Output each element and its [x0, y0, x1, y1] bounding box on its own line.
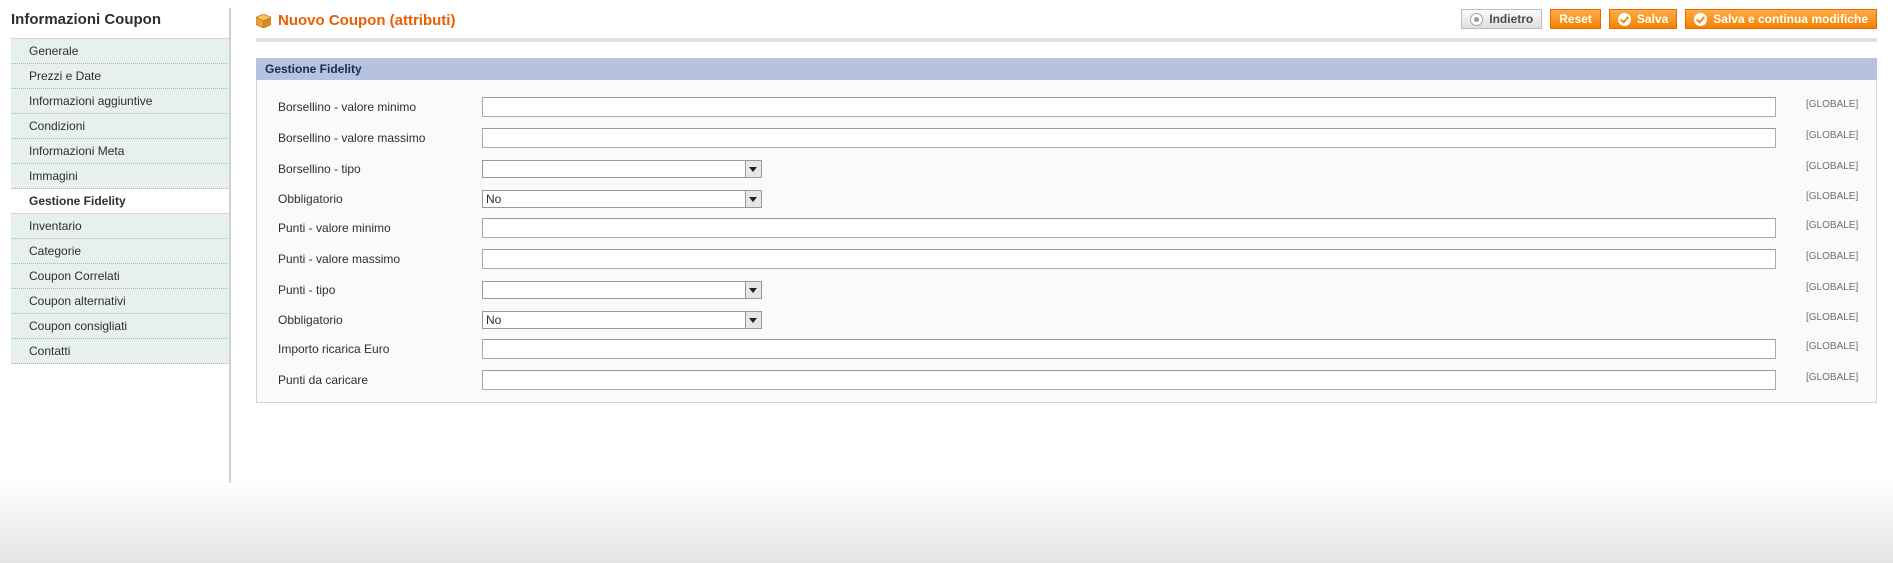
scope-label: [GLOBALE]	[1806, 282, 1859, 293]
tab-coupon-correlati[interactable]: Coupon Correlati	[11, 264, 230, 289]
field-label: Importo ricarica Euro	[278, 342, 390, 356]
reset-button[interactable]: Reset	[1550, 9, 1601, 29]
tab-inventario[interactable]: Inventario	[11, 214, 230, 239]
sidebar-title: Informazioni Coupon	[11, 8, 230, 39]
tab-prezzi-e-date[interactable]: Prezzi e Date	[11, 64, 230, 89]
field-row: Obbligatorio No [GLOBALE]	[257, 188, 1876, 212]
borsellino-max-input[interactable]	[482, 128, 1776, 148]
save-button[interactable]: Salva	[1608, 9, 1678, 29]
tab-categorie[interactable]: Categorie	[11, 239, 230, 264]
sidebar: Informazioni Coupon Generale Prezzi e Da…	[11, 8, 230, 364]
tab-immagini[interactable]: Immagini	[11, 164, 230, 189]
field-label: Punti - tipo	[278, 283, 336, 297]
save-continue-button[interactable]: Salva e continua modifiche	[1685, 9, 1877, 29]
scope-label: [GLOBALE]	[1806, 220, 1859, 231]
field-label: Borsellino - valore massimo	[278, 131, 426, 145]
field-label: Obbligatorio	[278, 192, 343, 206]
scope-label: [GLOBALE]	[1806, 130, 1859, 141]
punti-da-caricare-input[interactable]	[482, 370, 1776, 390]
tab-generale[interactable]: Generale	[11, 39, 230, 64]
section-title: Gestione Fidelity	[256, 58, 1877, 80]
field-label: Punti - valore massimo	[278, 252, 401, 266]
field-label: Punti da caricare	[278, 373, 369, 387]
field-row: Borsellino - valore massimo [GLOBALE]	[257, 127, 1876, 151]
scope-label: [GLOBALE]	[1806, 341, 1859, 352]
field-row: Importo ricarica Euro [GLOBALE]	[257, 338, 1876, 362]
tab-coupon-alternativi[interactable]: Coupon alternativi	[11, 289, 230, 314]
punti-max-input[interactable]	[482, 249, 1776, 269]
scope-label: [GLOBALE]	[1806, 312, 1859, 323]
field-row: Punti - tipo [GLOBALE]	[257, 279, 1876, 303]
field-row: Punti da caricare [GLOBALE]	[257, 369, 1876, 393]
back-icon	[1470, 12, 1484, 26]
save-button-label: Salva	[1636, 12, 1669, 26]
borsellino-min-input[interactable]	[482, 97, 1776, 117]
check-icon	[1694, 12, 1708, 26]
toolbar: Indietro Reset Salva Salva e continua mo…	[1461, 9, 1877, 29]
field-label: Borsellino - valore minimo	[278, 100, 417, 114]
tab-informazioni-aggiuntive[interactable]: Informazioni aggiuntive	[11, 89, 230, 114]
page-title: Nuovo Coupon (attributi)	[278, 12, 456, 29]
scope-label: [GLOBALE]	[1806, 161, 1859, 172]
sidebar-tabs: Generale Prezzi e Date Informazioni aggi…	[11, 39, 230, 364]
sidebar-divider	[229, 8, 231, 483]
field-label: Borsellino - tipo	[278, 162, 361, 176]
fidelity-fieldset: Gestione Fidelity Borsellino - valore mi…	[256, 58, 1877, 404]
scope-label: [GLOBALE]	[1806, 191, 1859, 202]
tab-condizioni[interactable]: Condizioni	[11, 114, 230, 139]
save-continue-button-label: Salva e continua modifiche	[1713, 12, 1868, 26]
field-label: Punti - valore minimo	[278, 221, 391, 235]
select-value: No	[486, 313, 502, 327]
page-title-wrap: Nuovo Coupon (attributi)	[256, 12, 455, 29]
borsellino-tipo-select[interactable]	[482, 160, 762, 178]
scope-label: [GLOBALE]	[1806, 99, 1859, 110]
reset-button-label: Reset	[1559, 12, 1592, 26]
field-row: Borsellino - valore minimo [GLOBALE]	[257, 96, 1876, 120]
field-row: Borsellino - tipo [GLOBALE]	[257, 158, 1876, 182]
page-background-fade	[0, 480, 1893, 563]
punti-tipo-select[interactable]	[482, 281, 762, 299]
field-row: Punti - valore massimo [GLOBALE]	[257, 248, 1876, 272]
chevron-down-icon	[745, 312, 761, 328]
check-icon	[1617, 12, 1631, 26]
select-value: No	[486, 192, 502, 206]
field-row: Punti - valore minimo [GLOBALE]	[257, 217, 1876, 241]
tab-contatti[interactable]: Contatti	[11, 339, 230, 364]
tab-coupon-consigliati[interactable]: Coupon consigliati	[11, 314, 230, 339]
punti-obbligatorio-select[interactable]: No	[482, 311, 762, 329]
page-header: Nuovo Coupon (attributi) Indietro Reset …	[256, 8, 1877, 42]
back-button-label: Indietro	[1489, 12, 1534, 26]
tab-gestione-fidelity[interactable]: Gestione Fidelity	[11, 189, 230, 214]
box-icon	[256, 14, 271, 28]
scope-label: [GLOBALE]	[1806, 372, 1859, 383]
importo-ricarica-input[interactable]	[482, 339, 1776, 359]
borsellino-obbligatorio-select[interactable]: No	[482, 190, 762, 208]
field-row: Obbligatorio No [GLOBALE]	[257, 309, 1876, 333]
section-body: Borsellino - valore minimo [GLOBALE] Bor…	[256, 80, 1877, 403]
scope-label: [GLOBALE]	[1806, 251, 1859, 262]
tab-informazioni-meta[interactable]: Informazioni Meta	[11, 139, 230, 164]
back-button[interactable]: Indietro	[1461, 9, 1543, 29]
chevron-down-icon	[745, 282, 761, 298]
chevron-down-icon	[745, 161, 761, 177]
chevron-down-icon	[745, 191, 761, 207]
field-label: Obbligatorio	[278, 313, 343, 327]
punti-min-input[interactable]	[482, 218, 1776, 238]
